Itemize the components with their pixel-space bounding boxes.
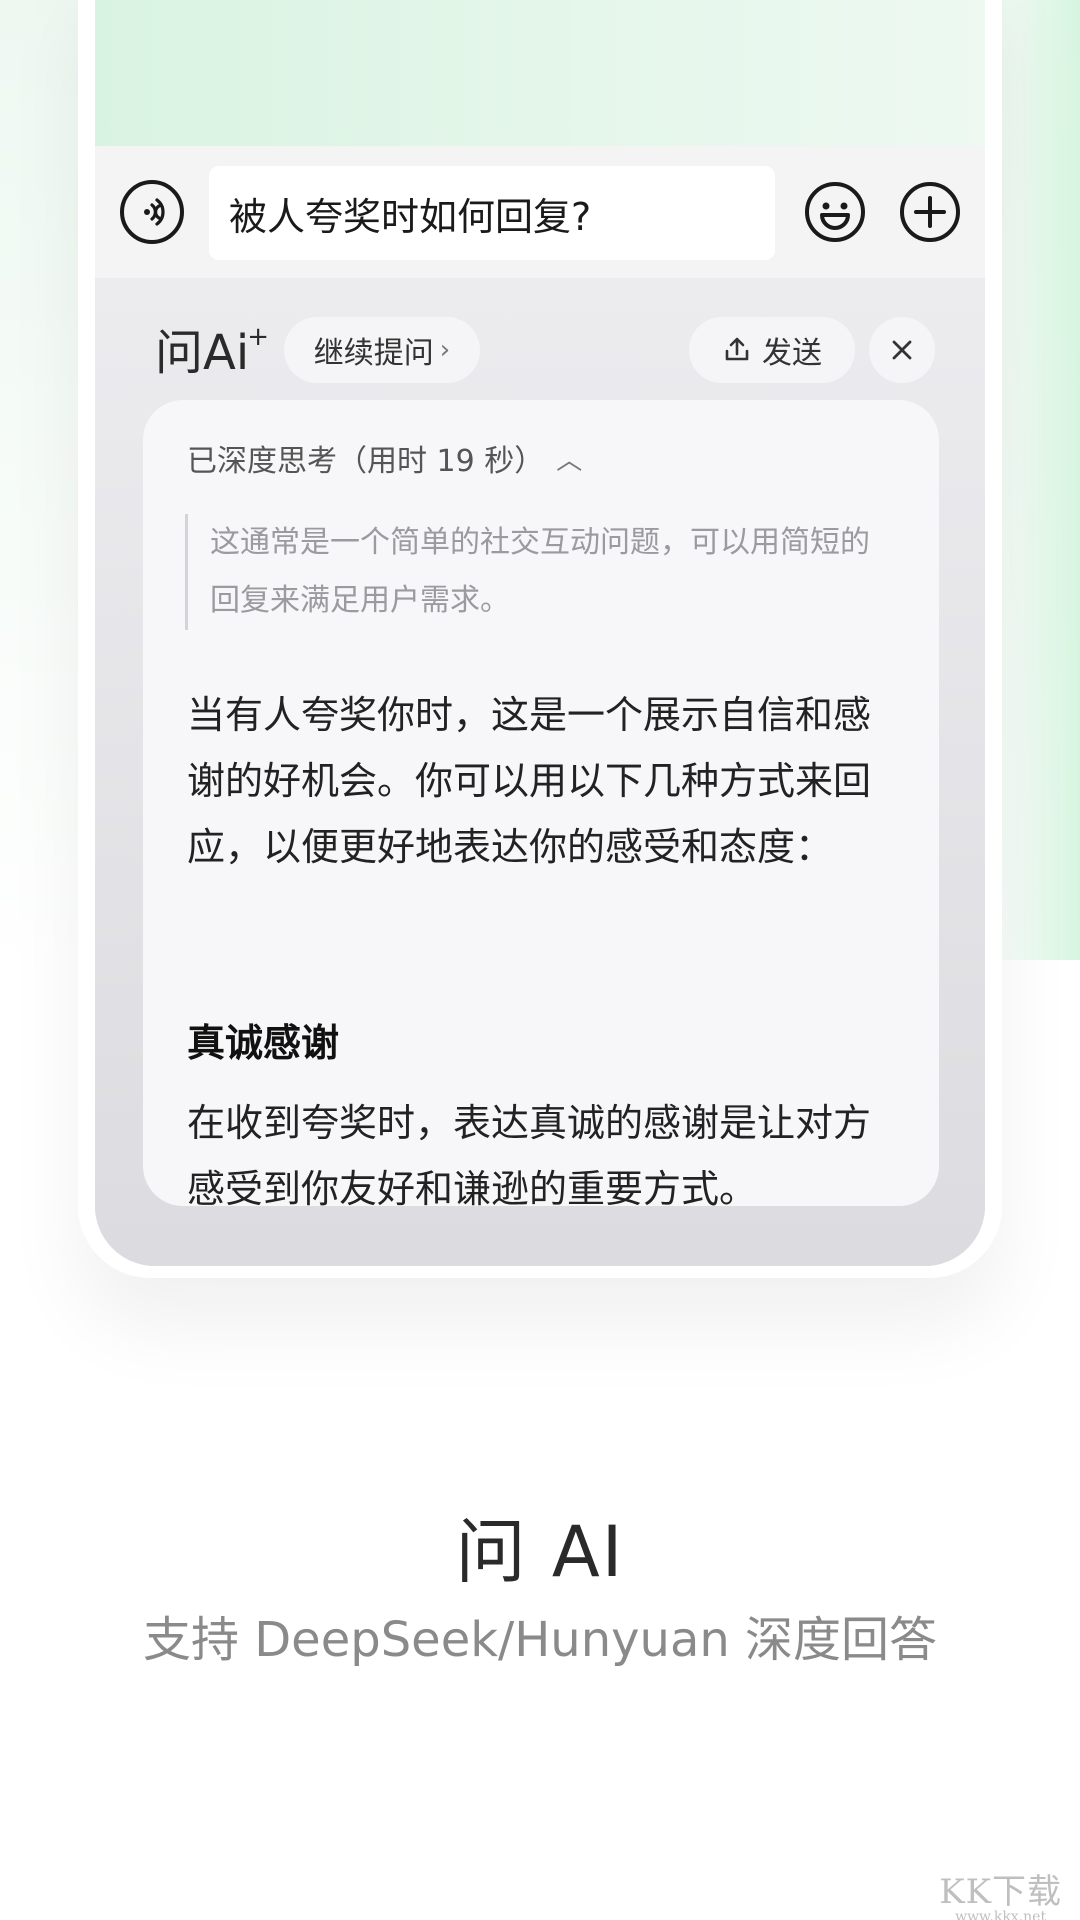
- emoji-button[interactable]: [803, 180, 867, 244]
- send-label: 发送: [762, 336, 822, 371]
- answer-section-text: 在收到夸奖时，表达真诚的感谢是让对方感受到你友好和谦逊的重要方式。: [187, 1101, 872, 1206]
- voice-input-button[interactable]: [120, 180, 184, 244]
- answer-card: 已深度思考（用时 19 秒） ︿ 这通常是一个简单的社交互动问题，可以用简短的回…: [143, 400, 939, 1206]
- caption-title: 问 AI: [455, 1511, 625, 1593]
- answer-section-title: 真诚感谢: [187, 1021, 340, 1065]
- chevron-up-icon: ︿: [556, 445, 583, 476]
- plus-icon: [900, 182, 960, 242]
- message-input[interactable]: [209, 166, 775, 260]
- watermark-url: www.kkx.net: [955, 1909, 1047, 1920]
- send-button[interactable]: 发送: [689, 317, 855, 383]
- chevron-right-icon: ›: [439, 335, 451, 365]
- watermark: KK下载 www.kkx.net: [939, 1864, 1062, 1920]
- ask-ai-logo-text: 问Ai: [155, 325, 250, 381]
- input-bar: [95, 146, 985, 278]
- share-upload-icon: [725, 337, 749, 361]
- ask-ai-logo: 问Ai +: [155, 318, 269, 381]
- caption-subtitle: 支持 DeepSeek/Hunyuan 深度回答: [142, 1612, 938, 1668]
- continue-asking-button[interactable]: 继续提问 ›: [284, 317, 480, 383]
- answer-intro: 当有人夸奖你时，这是一个展示自信和感谢的好机会。你可以用以下几种方式来回应，以便…: [187, 693, 872, 869]
- add-button[interactable]: [898, 180, 962, 244]
- sparkle-icon: +: [247, 322, 269, 352]
- continue-asking-label: 继续提问: [313, 336, 434, 371]
- smile-icon: [805, 182, 865, 242]
- ask-ai-panel: 问Ai + 继续提问 › 发送 已深度思考（用时 19 秒） ︿ 这通常是一个简…: [95, 278, 985, 1266]
- close-icon: [892, 340, 912, 360]
- voice-icon: [144, 198, 165, 226]
- thinking-header: 已深度思考（用时 19 秒）: [187, 444, 545, 479]
- thinking-content: 这通常是一个简单的社交互动问题，可以用简短的回复来满足用户需求。: [185, 514, 885, 630]
- thinking-toggle[interactable]: 已深度思考（用时 19 秒） ︿: [187, 436, 582, 480]
- phone-screen: 问Ai + 继续提问 › 发送 已深度思: [95, 0, 985, 1266]
- chat-area: [95, 0, 985, 146]
- close-button[interactable]: [869, 317, 935, 383]
- page: 问Ai + 继续提问 › 发送 已深度思: [0, 0, 1080, 1920]
- watermark-logo: KK下载: [939, 1872, 1062, 1912]
